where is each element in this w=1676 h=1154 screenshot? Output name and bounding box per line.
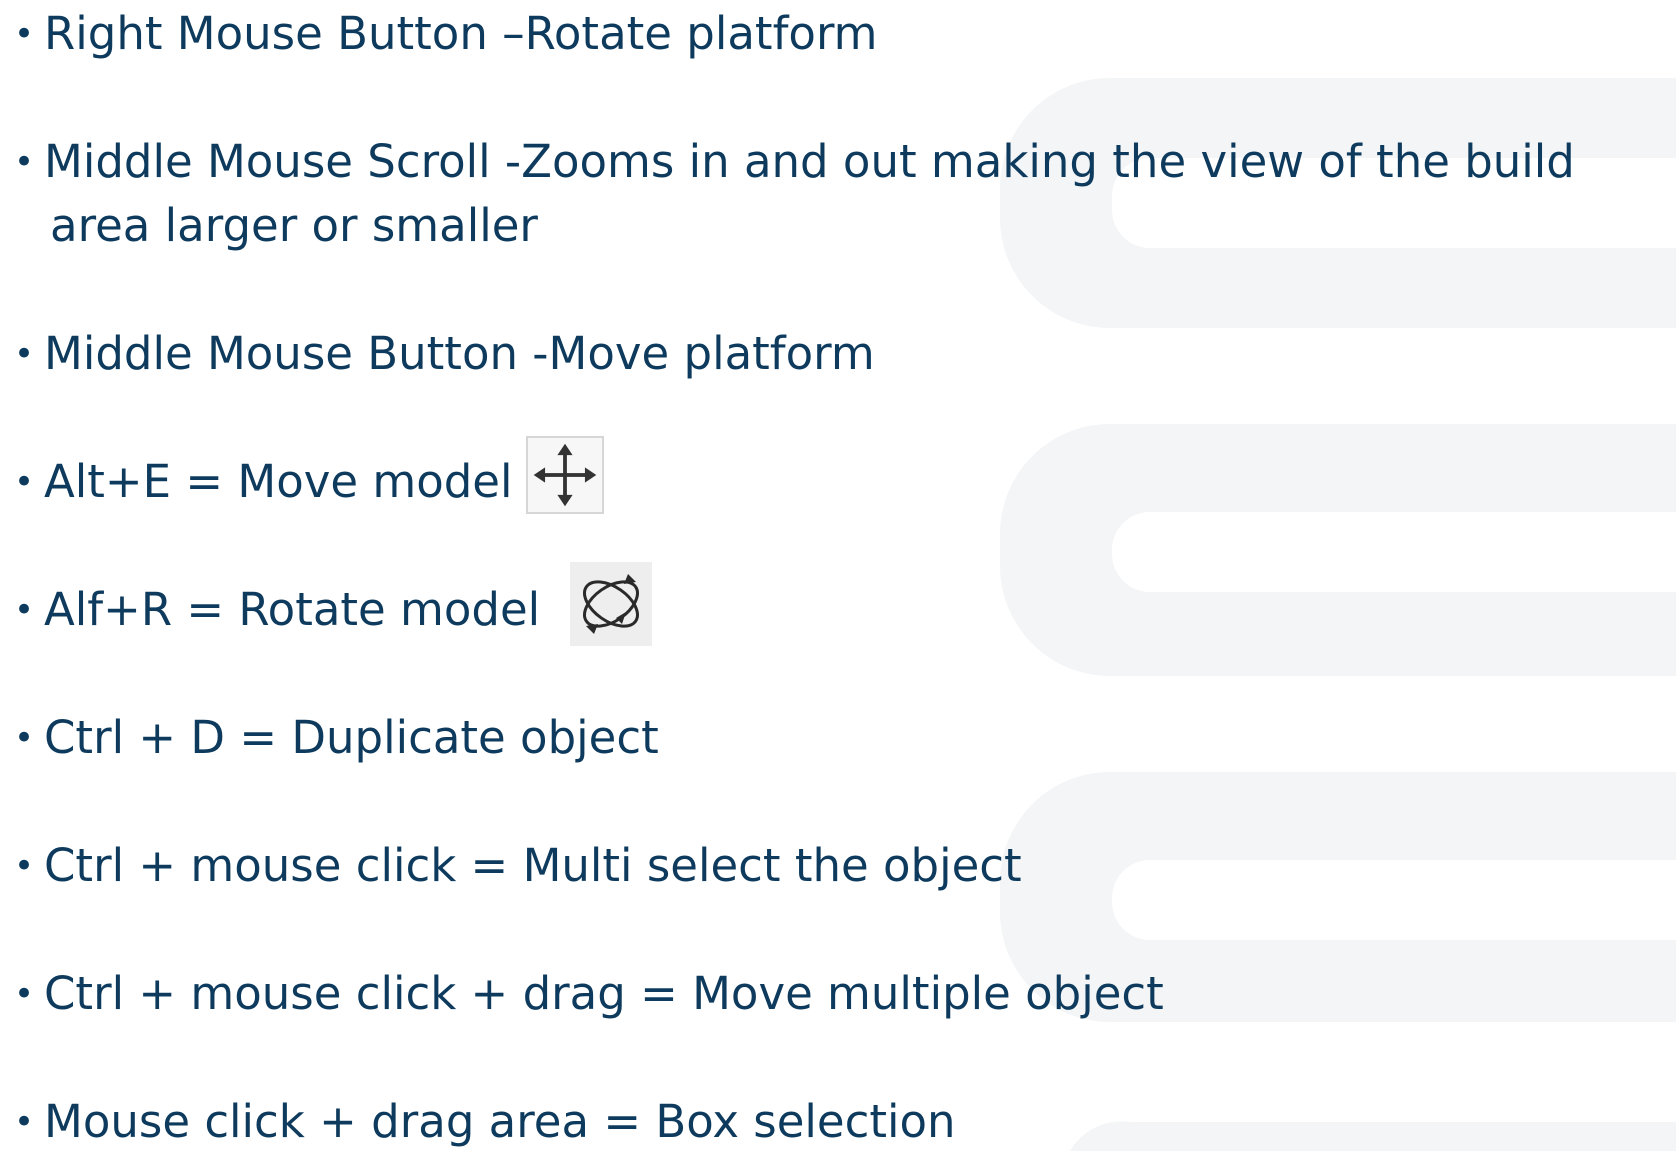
bullet: • — [14, 334, 35, 374]
item-text: Ctrl + mouse click = Multi select the ob… — [44, 839, 1022, 892]
bullet: • — [14, 14, 35, 54]
item-text: Right Mouse Button –Rotate platform — [44, 7, 878, 60]
rotate-orbit-icon — [570, 562, 653, 646]
item-text: Mouse click + drag area = Box selection — [44, 1095, 956, 1148]
item-text: Ctrl + mouse click + drag = Move multipl… — [44, 967, 1164, 1020]
move-arrows-icon — [526, 436, 605, 514]
item-text: Middle Mouse Button -Move platform — [44, 327, 875, 380]
item-text: Middle Mouse Scroll -Zooms in and out ma… — [44, 135, 1575, 188]
list-item-box-selection: • Mouse click + drag area = Box selection — [14, 1090, 956, 1154]
item-text: Ctrl + D = Duplicate object — [44, 711, 659, 764]
list-item-move-multiple: • Ctrl + mouse click + drag = Move multip… — [14, 962, 1164, 1026]
bullet: • — [14, 462, 35, 502]
list-item-move-model: • Alt+E = Move model — [14, 436, 605, 514]
bullet: • — [14, 846, 35, 886]
bullet: • — [14, 590, 35, 630]
item-text: Alt+E = Move model — [44, 455, 513, 508]
bullet: • — [14, 974, 35, 1014]
shortcut-list: • Right Mouse Button –Rotate platform • M… — [0, 0, 1676, 1151]
list-item-rotate-model: • Alf+R = Rotate model — [14, 562, 653, 646]
list-item-multi-select: • Ctrl + mouse click = Multi select the o… — [14, 834, 1022, 898]
list-item-duplicate: • Ctrl + D = Duplicate object — [14, 706, 659, 770]
list-item-right-mouse: • Right Mouse Button –Rotate platform — [14, 2, 878, 66]
bullet: • — [14, 142, 35, 182]
item-text-continuation: area larger or smaller — [50, 199, 538, 252]
bullet: • — [14, 1102, 35, 1142]
list-item-middle-scroll: • Middle Mouse Scroll -Zooms in and out … — [14, 130, 1575, 258]
item-text: Alf+R = Rotate model — [44, 583, 541, 636]
bullet: • — [14, 718, 35, 758]
list-item-middle-button: • Middle Mouse Button -Move platform — [14, 322, 875, 386]
